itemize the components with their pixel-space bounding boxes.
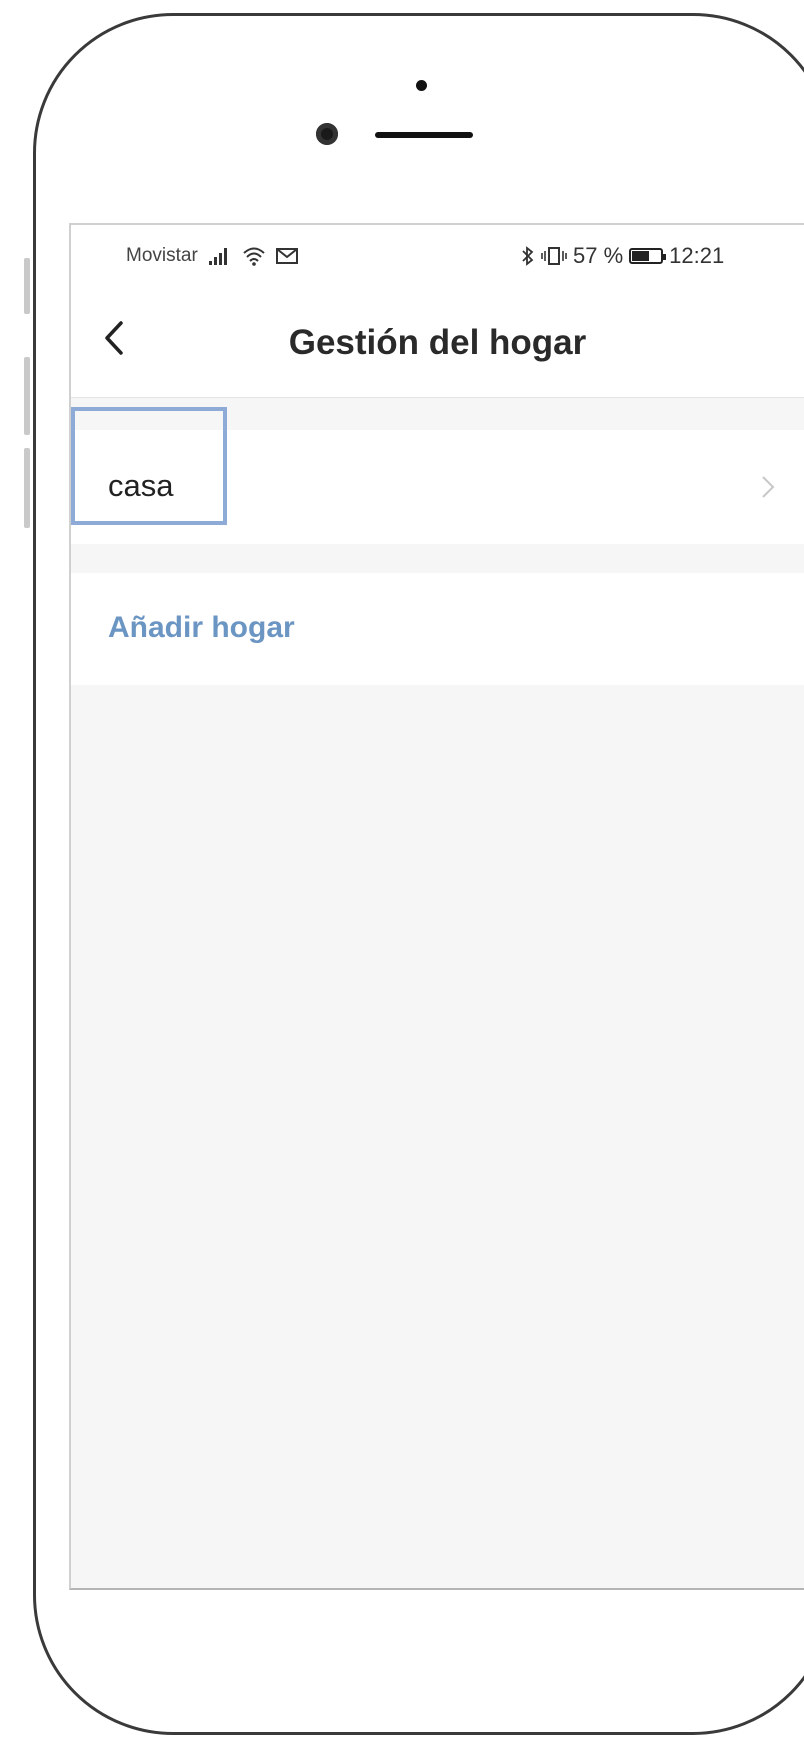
- status-left: Movistar: [126, 245, 298, 267]
- add-home-label: Añadir hogar: [108, 611, 295, 644]
- list-item-home[interactable]: casa: [71, 430, 804, 544]
- battery-level-fill: [632, 251, 650, 261]
- vibrate-icon: [541, 247, 567, 265]
- phone-side-button: [24, 448, 30, 528]
- status-bar: Movistar 57 % 12:21: [71, 225, 804, 283]
- navigation-bar: Gestión del hogar: [71, 283, 804, 398]
- app-screen: Movistar 57 % 12:21 Gestión del hogar ca…: [69, 223, 804, 1590]
- page-title: Gestión del hogar: [288, 323, 587, 362]
- add-home-button[interactable]: Añadir hogar: [71, 573, 804, 685]
- earpiece-speaker: [375, 132, 473, 138]
- status-right: 57 % 12:21: [521, 243, 724, 269]
- phone-side-button: [24, 357, 30, 435]
- battery-icon: [629, 248, 667, 264]
- phone-side-button: [24, 258, 30, 314]
- front-camera: [316, 123, 338, 145]
- mail-icon: [275, 248, 298, 264]
- battery-percent: 57 %: [573, 243, 624, 268]
- carrier-label: Movistar: [126, 245, 198, 266]
- signal-icon: [208, 248, 227, 265]
- wifi-icon: [243, 247, 265, 266]
- bluetooth-icon: [522, 246, 534, 266]
- chevron-right-icon: [762, 476, 775, 498]
- sensor-dot: [416, 80, 427, 91]
- home-name: casa: [108, 468, 174, 503]
- clock: 12:21: [669, 243, 725, 268]
